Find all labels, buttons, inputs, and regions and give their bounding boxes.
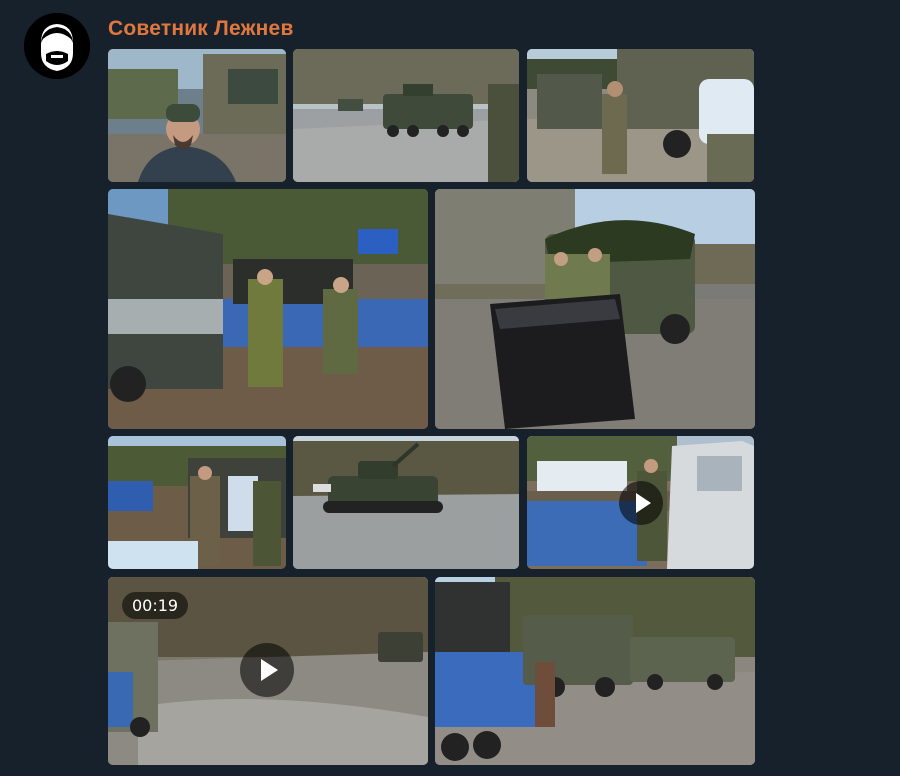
play-button[interactable] (240, 643, 294, 697)
photo-image (108, 436, 286, 569)
photo-image (435, 577, 755, 765)
photo-image (527, 49, 754, 182)
channel-avatar[interactable] (24, 13, 90, 79)
photo-convoy-trucks[interactable] (435, 577, 755, 765)
sender-name[interactable]: Советник Лежнев (108, 17, 294, 41)
photo-selfie-with-vehicle[interactable] (108, 49, 286, 182)
photo-image (293, 436, 519, 569)
video-duration: 00:19 (122, 592, 189, 619)
video-muddy-road-convoy[interactable]: 00:19 (108, 577, 428, 765)
photo-loading-blue-truck[interactable] (108, 189, 428, 429)
photo-image (435, 189, 755, 429)
photo-unloading-water[interactable] (527, 49, 754, 182)
photo-image (108, 49, 286, 182)
photo-camouflaged-truck-cargo[interactable] (435, 189, 755, 429)
video-unloading-water[interactable] (527, 436, 754, 569)
photo-tank-on-road[interactable] (293, 436, 519, 569)
photo-image (108, 189, 428, 429)
photo-armored-vehicle-road[interactable] (293, 49, 519, 182)
photo-image (293, 49, 519, 182)
bearded-face-icon (24, 13, 90, 79)
play-button[interactable] (618, 480, 663, 525)
photo-men-near-truck[interactable] (108, 436, 286, 569)
